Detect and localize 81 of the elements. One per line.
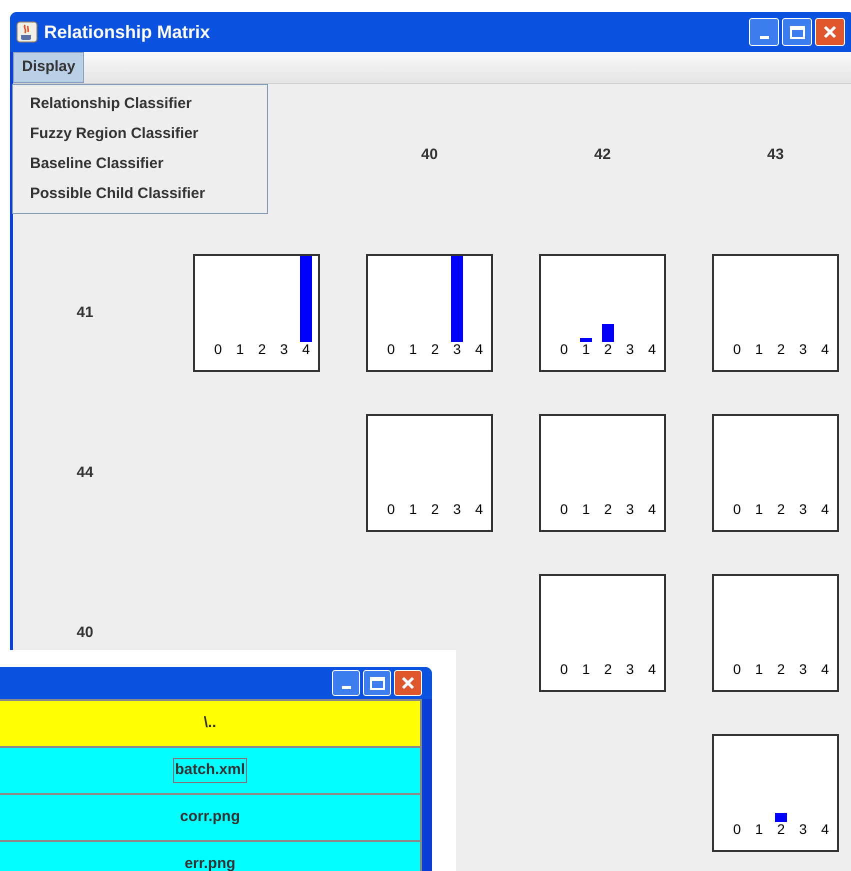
axis-label: 1: [582, 502, 590, 516]
axis-label: 3: [799, 822, 807, 836]
axis-label: 1: [409, 342, 417, 356]
axis-label: 2: [431, 342, 439, 356]
menu-item[interactable]: Display: [13, 52, 84, 83]
axis-label: 3: [453, 342, 461, 356]
maximize-button[interactable]: [363, 670, 391, 696]
axis-label: 4: [302, 342, 310, 356]
minimize-icon: [760, 36, 768, 39]
axis-label: 4: [821, 502, 829, 516]
menu-option[interactable]: Possible Child Classifier: [13, 179, 267, 209]
maximize-icon: [370, 676, 384, 690]
axis-label: 0: [733, 822, 741, 836]
row-header: 41: [76, 302, 94, 323]
axis-label: 1: [755, 662, 763, 676]
axis-label: 0: [733, 342, 741, 356]
axis-label: 3: [799, 342, 807, 356]
row-header: 40: [76, 622, 94, 643]
axis-label: 3: [626, 342, 634, 356]
axis-label: 1: [755, 822, 763, 836]
axis-label: 3: [799, 662, 807, 676]
axis-label: 0: [560, 342, 568, 356]
close-icon: [823, 25, 837, 39]
axis-label: 4: [475, 502, 483, 516]
file-row[interactable]: \..: [0, 701, 420, 746]
minimize-button[interactable]: [749, 18, 779, 46]
row-header: 44: [76, 462, 94, 483]
menu-option[interactable]: Fuzzy Region Classifier: [13, 119, 267, 149]
axis-label: 2: [431, 502, 439, 516]
axis-label: 0: [387, 502, 395, 516]
axis-label: 2: [604, 342, 612, 356]
column-header: 40: [421, 145, 438, 165]
axis-label: 4: [821, 822, 829, 836]
axis-label: 2: [777, 502, 785, 516]
axis-label: 0: [214, 342, 222, 356]
close-button[interactable]: [815, 18, 845, 46]
axis-label: 4: [821, 342, 829, 356]
axis-label: 2: [604, 662, 612, 676]
bar: [775, 813, 787, 822]
axis-label: 1: [755, 502, 763, 516]
maximize-icon: [790, 26, 804, 38]
axis-label: 3: [280, 342, 288, 356]
axis-label: 2: [777, 342, 785, 356]
bar: [580, 338, 592, 342]
axis-label: 0: [387, 342, 395, 356]
file-row[interactable]: corr.png: [0, 795, 420, 840]
column-header: 43: [767, 145, 784, 165]
axis-label: 2: [777, 822, 785, 836]
axis-label: 1: [582, 342, 590, 356]
axis-label: 2: [777, 662, 785, 676]
axis-label: 4: [648, 342, 656, 356]
cup-icon: [16, 21, 38, 43]
axis-label: 4: [648, 662, 656, 676]
axis-label: 2: [258, 342, 266, 356]
axis-label: 4: [821, 662, 829, 676]
axis-label: 3: [626, 502, 634, 516]
close-icon: [401, 676, 415, 690]
axis-label: 3: [626, 662, 634, 676]
file-row[interactable]: batch.xml: [0, 748, 420, 793]
axis-label: 0: [560, 662, 568, 676]
window-title: Relationship Matrix: [44, 20, 212, 44]
axis-label: 4: [648, 502, 656, 516]
column-header: 42: [594, 145, 611, 165]
axis-label: 1: [582, 662, 590, 676]
axis-label: 3: [799, 502, 807, 516]
menu-option[interactable]: Baseline Classifier: [13, 149, 267, 179]
menu-option[interactable]: Relationship Classifier: [13, 89, 267, 119]
axis-label: 2: [604, 502, 612, 516]
axis-label: 0: [733, 662, 741, 676]
minimize-icon: [342, 686, 350, 689]
axis-label: 1: [409, 502, 417, 516]
axis-label: 4: [475, 342, 483, 356]
axis-label: 3: [453, 502, 461, 516]
maximize-button[interactable]: [782, 18, 812, 46]
axis-label: 0: [560, 502, 568, 516]
bar: [602, 324, 614, 342]
minimize-button[interactable]: [332, 670, 360, 696]
axis-label: 1: [755, 342, 763, 356]
axis-label: 1: [236, 342, 244, 356]
close-button[interactable]: [394, 670, 422, 696]
axis-label: 0: [733, 502, 741, 516]
